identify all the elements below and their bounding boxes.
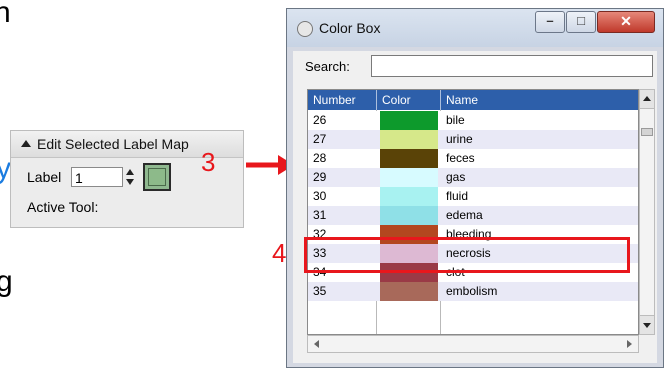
color-table: Number Color Name 26 bile 27 urine 28 feces 29… [307, 89, 639, 335]
column-header-color[interactable]: Color [382, 93, 411, 107]
row-number: 31 [313, 208, 327, 222]
row-name: gas [446, 170, 466, 184]
minimize-button[interactable]: – [535, 11, 565, 33]
row-name: edema [446, 208, 483, 222]
row-number: 27 [313, 132, 327, 146]
maximize-button[interactable]: □ [566, 11, 596, 33]
minimize-icon: – [546, 13, 554, 28]
close-icon: ✕ [620, 13, 632, 29]
table-row[interactable]: 28 feces [308, 149, 638, 168]
swatch-color [148, 168, 166, 186]
window-title: Color Box [319, 20, 381, 36]
column-header-number[interactable]: Number [313, 93, 356, 107]
table-row[interactable]: 35 embolism [308, 282, 638, 301]
row-number: 29 [313, 170, 327, 184]
window-titlebar[interactable]: Color Box – □ ✕ [287, 9, 663, 47]
row-color-swatch[interactable] [380, 168, 438, 187]
table-header: Number Color Name [308, 90, 638, 110]
row-number: 35 [313, 284, 327, 298]
scroll-left-icon[interactable] [308, 336, 324, 352]
row-number: 28 [313, 151, 327, 165]
active-tool-label: Active Tool: [27, 199, 99, 215]
table-row[interactable]: 26 bile [308, 111, 638, 130]
row-color-swatch[interactable] [380, 130, 438, 149]
label-value-field[interactable]: 1 [71, 167, 123, 187]
scroll-right-icon[interactable] [622, 336, 638, 352]
row-color-swatch[interactable] [380, 149, 438, 168]
spin-down-icon[interactable] [126, 179, 134, 185]
row-color-swatch[interactable] [380, 187, 438, 206]
search-input[interactable] [371, 55, 653, 77]
table-row[interactable]: 29 gas [308, 168, 638, 187]
row-number: 26 [313, 113, 327, 127]
row-name: fluid [446, 189, 469, 203]
row-number: 30 [313, 189, 327, 203]
vertical-scrollbar[interactable] [639, 89, 655, 335]
scroll-up-icon[interactable] [640, 90, 654, 109]
column-separator[interactable] [376, 90, 377, 110]
label-spinner[interactable] [123, 167, 137, 187]
table-row[interactable]: 27 urine [308, 130, 638, 149]
slide-text-fragment: g [0, 265, 13, 298]
label-color-swatch-button[interactable] [143, 163, 171, 191]
row-color-swatch[interactable] [380, 282, 438, 301]
panel-title: Edit Selected Label Map [37, 136, 189, 152]
callout-number-4: 4 [272, 238, 287, 268]
column-separator[interactable] [440, 90, 441, 110]
scroll-down-icon[interactable] [640, 315, 654, 334]
row-color-swatch[interactable] [380, 111, 438, 130]
slide-text-fragment: n [0, 0, 11, 29]
collapse-triangle-icon[interactable] [21, 140, 31, 147]
row-name: urine [446, 132, 473, 146]
callout-number-3: 3 [201, 147, 216, 177]
column-header-name[interactable]: Name [446, 93, 478, 107]
horizontal-scrollbar[interactable] [307, 335, 639, 353]
row-name: bile [446, 113, 465, 127]
edit-label-map-panel: Edit Selected Label Map Label 1 Active T… [10, 130, 244, 228]
spin-up-icon[interactable] [126, 169, 134, 175]
highlight-box [304, 237, 630, 273]
row-name: feces [446, 151, 475, 165]
color-box-window: Color Box – □ ✕ Search: Number Color Nam… [286, 8, 664, 368]
table-row[interactable]: 30 fluid [308, 187, 638, 206]
label-caption: Label [27, 169, 62, 185]
app-icon [297, 21, 313, 37]
table-row[interactable]: 31 edema [308, 206, 638, 225]
search-label: Search: [305, 59, 350, 74]
close-button[interactable]: ✕ [597, 11, 655, 33]
maximize-icon: □ [577, 13, 585, 28]
row-name: embolism [446, 284, 498, 298]
scroll-thumb[interactable] [641, 128, 653, 136]
window-client: Search: Number Color Name 26 bile 27 urine 2… [293, 51, 657, 363]
row-color-swatch[interactable] [380, 206, 438, 225]
